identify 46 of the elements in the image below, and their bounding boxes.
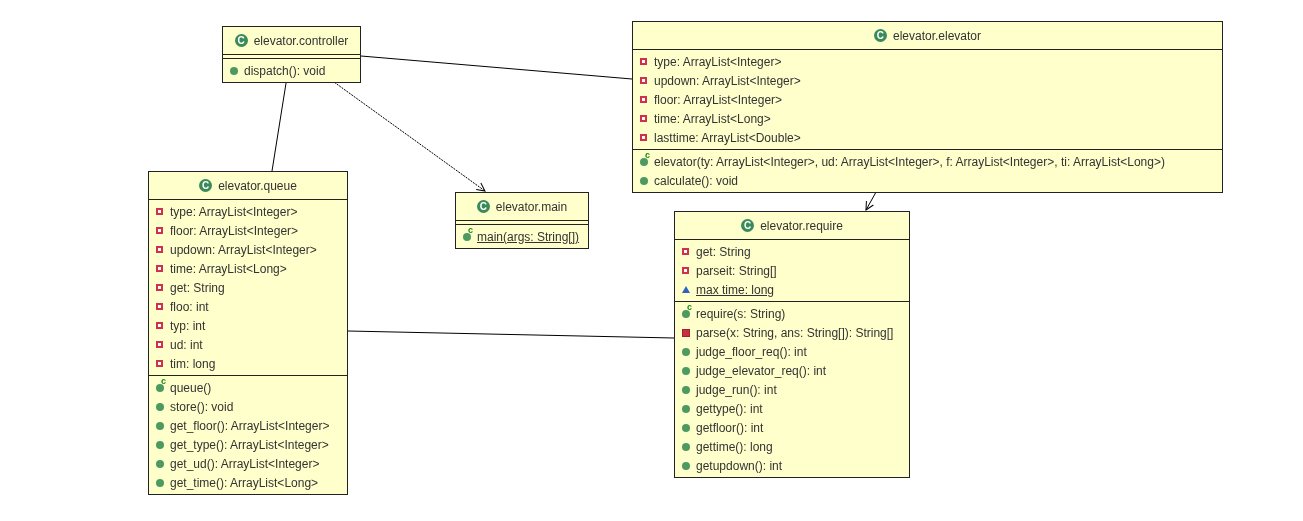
attribute-text: floo: int [170,298,209,316]
method-text: judge_elevator_req(): int [696,362,827,380]
class-icon: C [476,200,490,213]
attribute-text: time: ArrayList<Long> [654,110,771,128]
attribute-text: get: String [696,243,751,261]
method-text: elevator(ty: ArrayList<Integer>, ud: ArrayList<Integer>, f: ArrayList<Integer>, ti: ArrayList<Long>) [654,153,1165,171]
method-text: getupdown(): int [696,457,783,475]
class-name: elevator.require [760,217,843,235]
attribute-text: type: ArrayList<Integer> [654,53,782,71]
attribute-text: time: ArrayList<Long> [170,260,287,278]
method-text: parse(x: String, ans: String[]): String[] [696,324,894,342]
method-text: getfloor(): int [696,419,764,437]
method-text: require(s: String) [696,305,786,323]
class-icon: C [199,179,213,192]
attribute-text: max time: long [696,281,775,299]
class-name: elevator.queue [218,177,297,195]
class-name: elevator.controller [253,32,349,50]
class-icon: C [741,219,755,232]
class-icon: C [234,34,248,47]
method-text: get_ud(): ArrayList<Integer> [170,455,320,473]
attribute-text: typ: int [170,317,206,335]
attribute-text: updown: ArrayList<Integer> [170,241,317,259]
method-text: get_type(): ArrayList<Integer> [170,436,329,454]
method-text: gettime(): long [696,438,773,456]
attribute-text: get: String [170,279,225,297]
method-text: dispatch(): void [244,62,326,80]
method-text: get_time(): ArrayList<Long> [170,474,319,492]
method-text: calculate(): void [654,172,739,190]
method-text: store(): void [170,398,234,416]
class-name: elevator.elevator [892,27,982,45]
method-text: main(args: String[]) [477,228,580,246]
attribute-text: type: ArrayList<Integer> [170,203,298,221]
attribute-text: floor: ArrayList<Integer> [170,222,299,240]
attribute-text: updown: ArrayList<Integer> [654,72,801,90]
attribute-text: lasttime: ArrayList<Double> [654,129,801,147]
method-text: judge_floor_req(): int [696,343,807,361]
method-text: get_floor(): ArrayList<Integer> [170,417,330,435]
class-icon: C [873,29,887,42]
attribute-text: floor: ArrayList<Integer> [654,91,783,109]
method-text: queue() [170,379,212,397]
method-text: judge_run(): int [696,381,777,399]
attribute-text: tim: long [170,355,216,373]
class-name: elevator.main [495,198,568,216]
attribute-text: parseit: String[] [696,262,777,280]
attribute-text: ud: int [170,336,203,354]
method-text: gettype(): int [696,400,763,418]
